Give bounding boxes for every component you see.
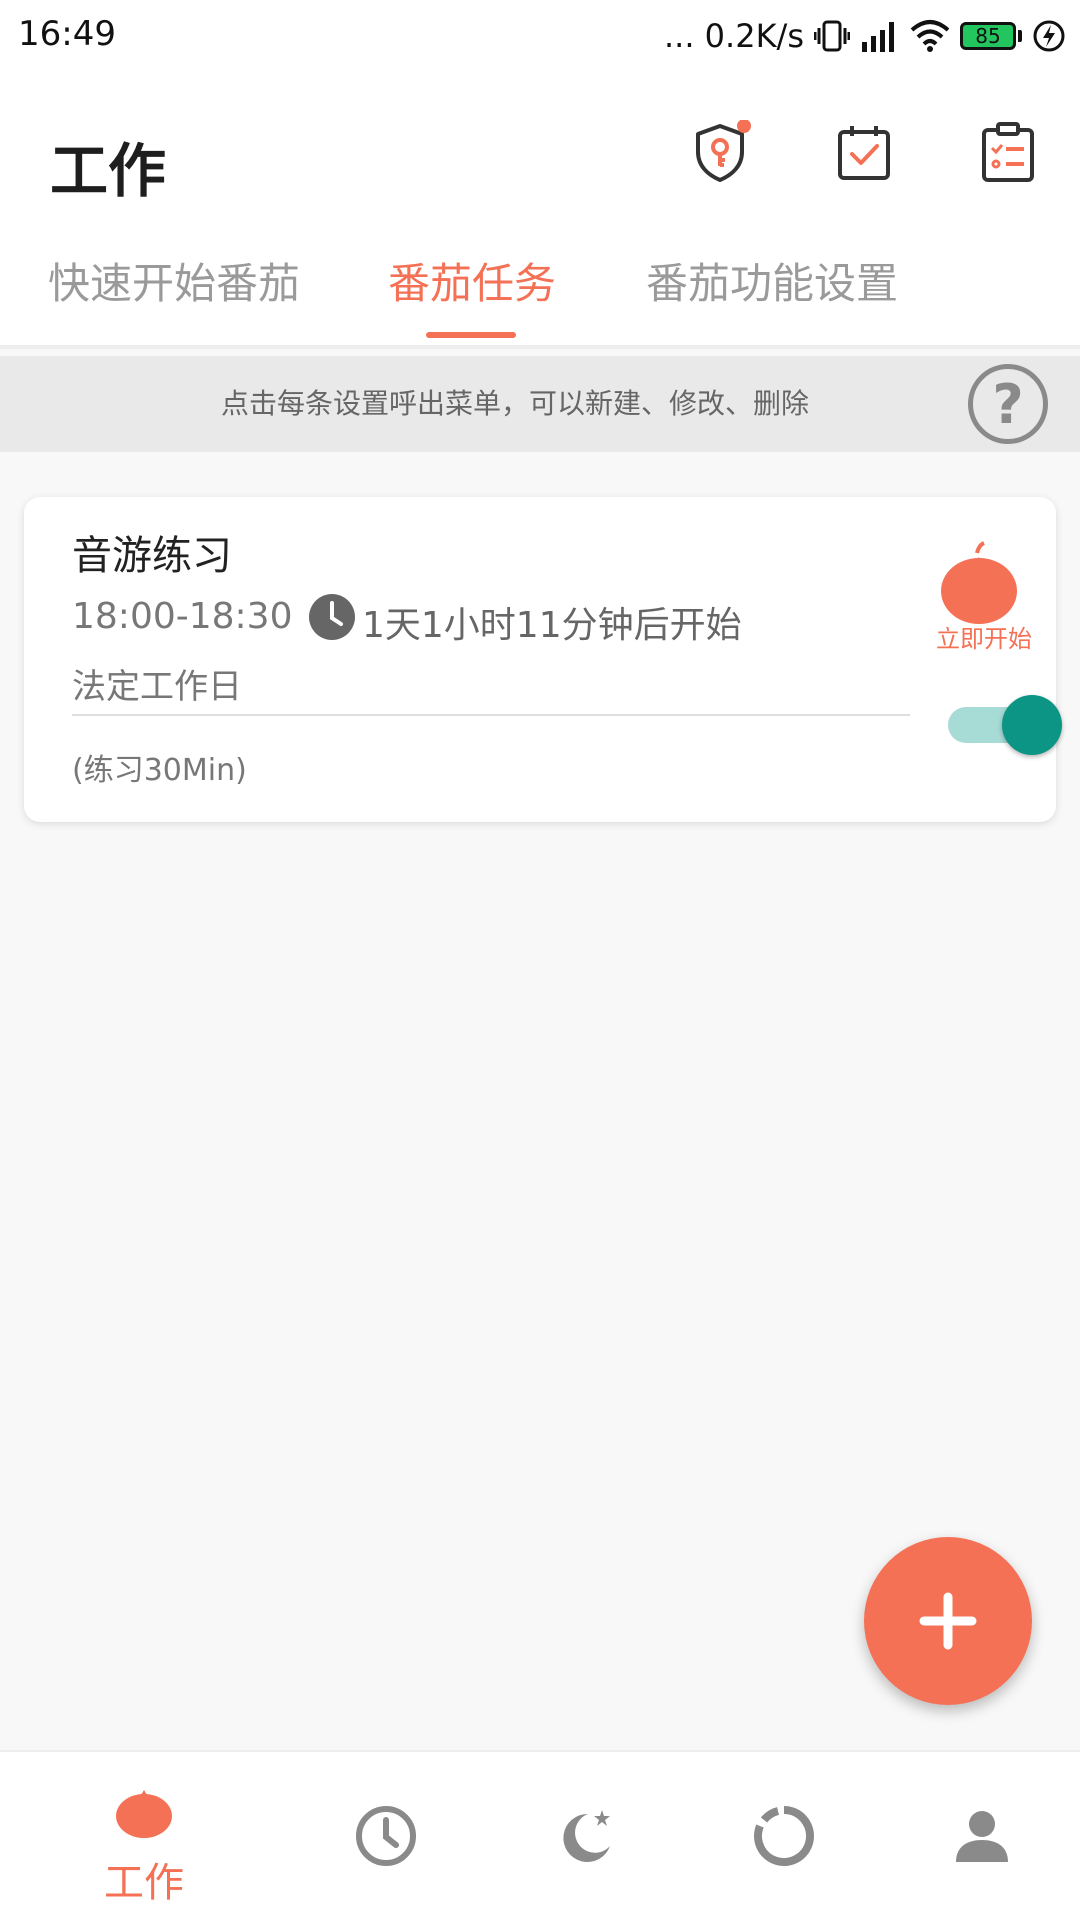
nav-item-stats[interactable] — [676, 1752, 892, 1922]
tab-bar: 快速开始番茄 番茄任务 番茄功能设置 — [0, 250, 1080, 340]
signal-icon — [862, 22, 894, 52]
start-now-label[interactable]: 立即开始 — [936, 619, 1032, 654]
status-bar: 16:49 ... 0.2K/s 85 — [0, 0, 1080, 72]
nav-label-work: 工作 — [104, 1860, 184, 1906]
task-card[interactable]: 音游练习 18:00-18:30 1天1小时11分钟后开始 法定工作日 (练习3… — [24, 497, 1062, 822]
battery-icon: 85 — [960, 22, 1022, 50]
plus-icon — [919, 1592, 977, 1650]
add-task-button[interactable] — [864, 1537, 1032, 1705]
hint-text: 点击每条设置呼出菜单，可以新建、修改、删除 — [220, 387, 809, 420]
active-tab-indicator — [426, 332, 516, 338]
tab-tomato-tasks[interactable]: 番茄任务 — [388, 250, 556, 311]
tomato-icon — [116, 1790, 172, 1838]
card-divider — [72, 714, 910, 716]
nav-item-profile[interactable] — [874, 1752, 1080, 1922]
clock-icon — [356, 1806, 416, 1866]
person-icon — [956, 1811, 1008, 1862]
help-question-icon: ? — [992, 372, 1024, 436]
ring-chart-icon — [754, 1806, 814, 1866]
task-name: 音游练习 — [72, 533, 232, 579]
help-button[interactable]: ? — [968, 364, 1048, 444]
nav-item-sleep[interactable] — [476, 1752, 692, 1922]
nav-item-clock[interactable] — [278, 1752, 494, 1922]
bottom-nav: 工作 — [0, 1750, 1080, 1922]
toggle-thumb — [1002, 695, 1062, 755]
battery-level: 85 — [975, 24, 1001, 48]
clipboard-list-icon[interactable] — [976, 120, 1040, 184]
task-time-range: 18:00-18:30 — [72, 596, 293, 637]
tab-quick-start[interactable]: 快速开始番茄 — [48, 250, 300, 311]
task-repeat-days: 法定工作日 — [72, 667, 242, 707]
moon-star-icon — [563, 1810, 610, 1862]
task-note: (练习30Min) — [72, 753, 247, 788]
network-speed: ... 0.2K/s — [663, 17, 804, 55]
vibrate-icon — [814, 20, 850, 52]
hint-bar: 点击每条设置呼出菜单，可以新建、修改、删除 ? — [0, 356, 1080, 452]
shield-key-icon[interactable] — [688, 120, 752, 184]
task-enable-toggle[interactable] — [948, 693, 1066, 757]
calendar-check-icon[interactable] — [832, 120, 896, 184]
app-header: 工作 快速开始番茄 番茄任务 番茄功能设置 — [0, 72, 1080, 349]
wifi-icon — [910, 20, 950, 52]
status-time: 16:49 — [18, 14, 116, 54]
status-indicators: ... 0.2K/s 85 — [664, 10, 1066, 62]
clock-icon — [309, 594, 355, 640]
header-divider — [0, 345, 1080, 349]
nav-item-work[interactable]: 工作 — [36, 1752, 252, 1922]
tab-feature-settings[interactable]: 番茄功能设置 — [646, 250, 898, 311]
page-title: 工作 — [50, 137, 167, 205]
task-countdown: 1天1小时11分钟后开始 — [362, 605, 742, 646]
charging-icon — [1033, 20, 1065, 52]
